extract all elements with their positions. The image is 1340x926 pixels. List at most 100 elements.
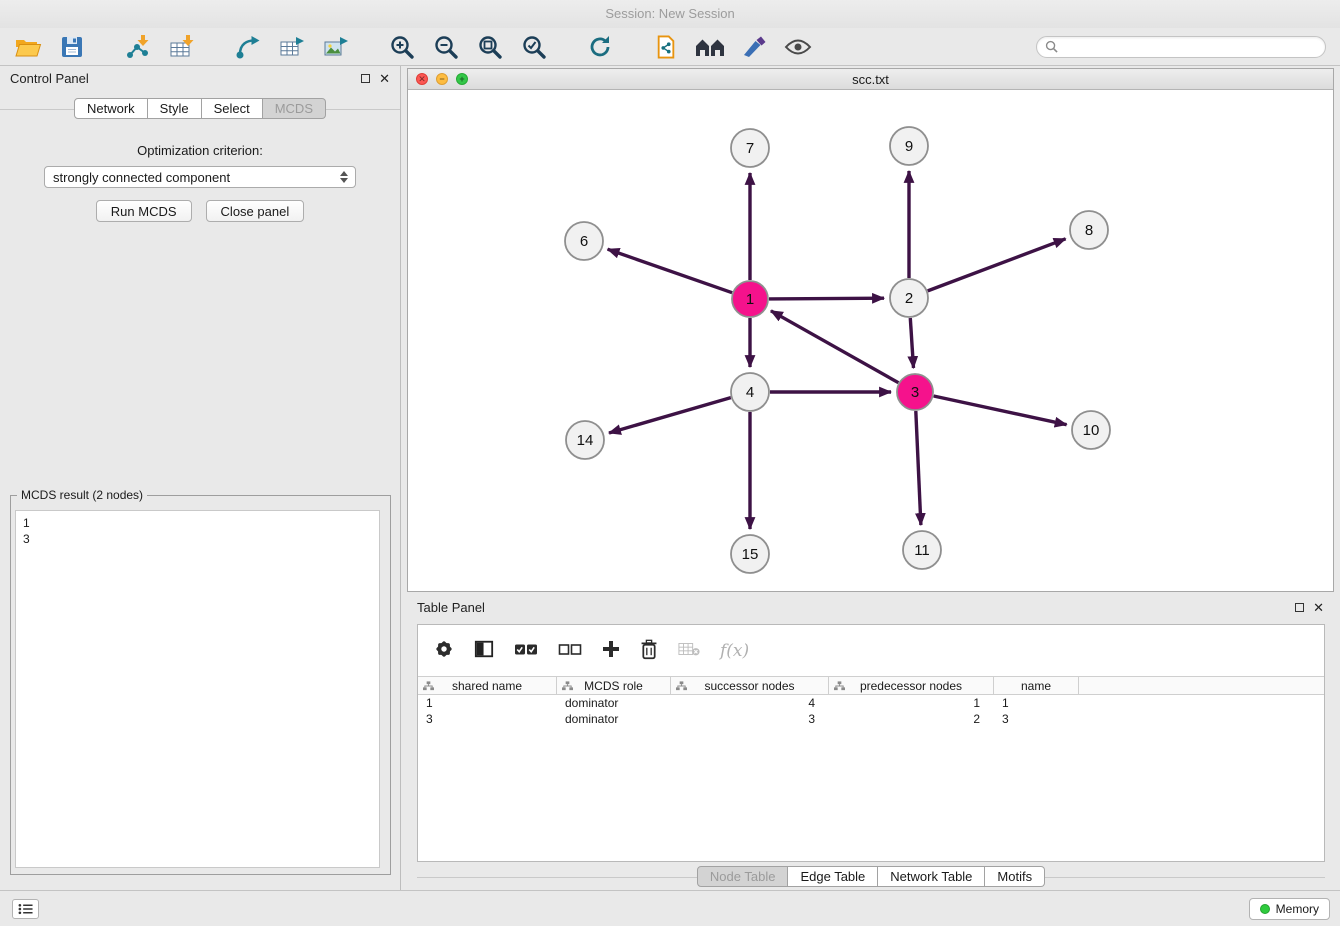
task-history-button[interactable] [12,899,39,919]
column-header-predecessor-nodes[interactable]: predecessor nodes [829,677,994,694]
import-table-button[interactable] [164,32,200,62]
zoom-selected-button[interactable] [516,32,552,62]
graph-edge-2-8[interactable] [928,239,1066,291]
export-image-icon [323,34,349,60]
tab-node-table[interactable]: Node Table [697,866,789,887]
cell-predecessor-nodes[interactable]: 2 [829,712,994,726]
cell-mcds-role[interactable]: dominator [557,712,671,726]
zoom-in-button[interactable] [384,32,420,62]
import-network-button[interactable] [120,32,156,62]
control-panel: Control Panel ✕ Network Style Select MCD… [0,66,401,890]
column-header-shared-name[interactable]: shared name [418,677,557,694]
graph-edge-4-14[interactable] [609,398,731,433]
import-table-icon [169,34,195,60]
close-panel-button[interactable]: Close panel [206,200,305,222]
search-input[interactable] [1064,40,1317,54]
run-mcds-button[interactable]: Run MCDS [96,200,192,222]
control-panel-header: Control Panel ✕ [0,66,400,90]
select-all-button[interactable] [514,643,538,659]
export-table-icon [279,34,305,60]
export-table-button[interactable] [274,32,310,62]
control-panel-tabs: Network Style Select MCDS [0,98,400,119]
close-icon[interactable]: ✕ [379,72,390,85]
criterion-dropdown[interactable]: strongly connected component [44,166,356,188]
column-header-successor-nodes[interactable]: successor nodes [671,677,829,694]
tab-select[interactable]: Select [202,98,263,119]
zoom-in-icon [389,34,415,60]
close-icon[interactable]: ✕ [1313,601,1324,614]
tab-edge-table[interactable]: Edge Table [788,866,878,887]
select-all-icon [514,643,538,656]
mcds-result-list[interactable]: 1 3 [15,510,380,868]
cell-shared-name[interactable]: 1 [418,696,557,710]
column-type-icon [423,681,434,691]
search-icon [1045,40,1058,53]
graph-edge-1-2[interactable] [769,298,884,299]
maximize-icon[interactable] [361,74,370,83]
cell-mcds-role[interactable]: dominator [557,696,671,710]
tab-style[interactable]: Style [148,98,202,119]
function-builder-button: f(x) [720,641,749,661]
open-session-button[interactable] [10,32,46,62]
main-toolbar [0,28,1340,66]
show-details-button[interactable] [780,32,816,62]
cell-predecessor-nodes[interactable]: 1 [829,696,994,710]
graph-edge-2-3[interactable] [910,318,913,368]
graph-edge-3-1[interactable] [771,311,899,383]
layout-button[interactable] [692,32,728,62]
refresh-icon [587,34,613,60]
tab-network[interactable]: Network [74,98,148,119]
table-toolbar: f(x) [418,625,1324,676]
graph-edge-3-11[interactable] [916,411,921,525]
zoom-traffic-light[interactable]: + [456,73,468,85]
window-title: Session: New Session [605,6,734,21]
mcds-result-title: MCDS result (2 nodes) [17,488,147,502]
export-image-button[interactable] [318,32,354,62]
style-button[interactable] [736,32,772,62]
new-network-icon [235,34,261,60]
graph-edge-3-10[interactable] [934,396,1067,425]
cell-shared-name[interactable]: 3 [418,712,557,726]
clone-network-icon [655,34,677,60]
cell-successor-nodes[interactable]: 4 [671,696,829,710]
new-network-button[interactable] [230,32,266,62]
column-type-icon [562,681,573,691]
tab-mcds[interactable]: MCDS [263,98,326,119]
memory-button[interactable]: Memory [1249,898,1330,920]
cell-name[interactable]: 1 [994,696,1079,710]
delete-row-button[interactable] [640,639,658,663]
network-window-title: scc.txt [852,72,889,87]
graph-node-label: 11 [914,542,930,559]
tab-motifs[interactable]: Motifs [985,866,1045,887]
table-settings-button[interactable] [434,639,454,662]
search-box[interactable] [1036,36,1326,58]
column-header-mcds-role[interactable]: MCDS role [557,677,671,694]
clone-network-button[interactable] [648,32,684,62]
table-row[interactable]: 3 dominator 3 2 3 [418,711,1324,727]
add-row-button[interactable] [602,640,620,661]
trash-icon [640,639,658,660]
graph-edge-1-6[interactable] [608,249,733,293]
table-row[interactable]: 1 dominator 4 1 1 [418,695,1324,711]
delete-table-button [678,641,700,660]
zoom-out-button[interactable] [428,32,464,62]
tab-network-table[interactable]: Network Table [878,866,985,887]
graph-node-label: 7 [746,140,754,157]
network-canvas[interactable]: 7968124314101511 [408,90,1333,591]
cell-name[interactable]: 3 [994,712,1079,726]
zoom-fit-button[interactable] [472,32,508,62]
status-bar: Memory [0,890,1340,926]
cell-successor-nodes[interactable]: 3 [671,712,829,726]
close-traffic-light[interactable]: ✕ [416,73,428,85]
column-header-name[interactable]: name [994,677,1079,694]
graph[interactable]: 7968124314101511 [408,90,1333,591]
zoom-selected-icon [521,34,547,60]
maximize-icon[interactable] [1295,603,1304,612]
dropdown-stepper-icon [340,171,348,183]
graph-node-label: 4 [746,384,754,401]
deselect-all-button[interactable] [558,643,582,659]
save-session-button[interactable] [54,32,90,62]
minimize-traffic-light[interactable]: − [436,73,448,85]
refresh-button[interactable] [582,32,618,62]
show-columns-button[interactable] [474,639,494,662]
